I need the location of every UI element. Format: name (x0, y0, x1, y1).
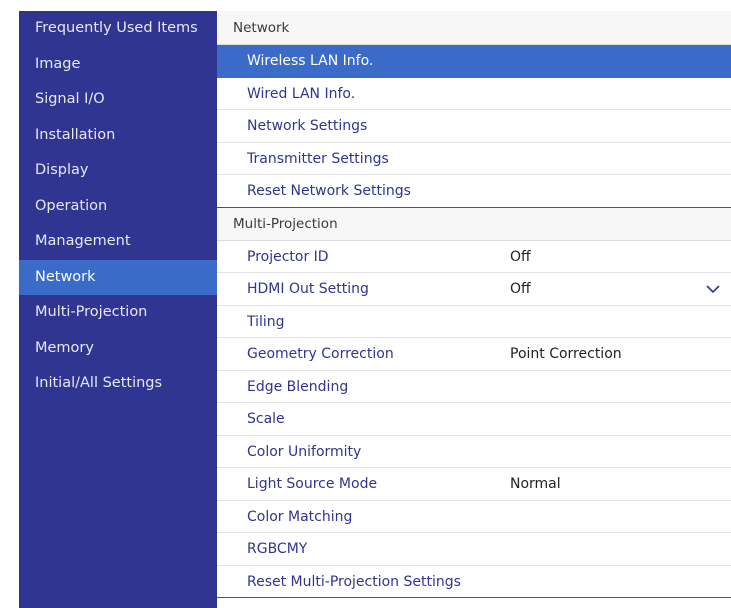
hdmi-out-setting-value: Off (510, 281, 531, 297)
geometry-correction-value: Point Correction (510, 346, 622, 362)
menu-item-label: Reset Network Settings (247, 183, 411, 199)
menu-item-hdmi-out-setting[interactable]: HDMI Out Setting Off (217, 273, 731, 306)
menu-item-wired-lan-info[interactable]: Wired LAN Info. (217, 78, 731, 110)
sidebar-item-operation[interactable]: Operation (19, 189, 217, 225)
sidebar-item-initial-all-settings[interactable]: Initial/All Settings (19, 366, 217, 402)
menu-item-color-uniformity[interactable]: Color Uniformity (217, 436, 731, 468)
group-header-multi-projection: Multi-Projection (217, 207, 731, 241)
menu-item-light-source-mode[interactable]: Light Source Mode Normal (217, 468, 731, 501)
sidebar-item-management[interactable]: Management (19, 224, 217, 260)
menu-item-tiling[interactable]: Tiling (217, 306, 731, 338)
menu-item-label: Scale (247, 411, 285, 427)
menu-item-geometry-correction[interactable]: Geometry Correction Point Correction (217, 338, 731, 371)
menu-item-label: Projector ID (247, 248, 329, 265)
projector-id-value: Off (510, 248, 531, 265)
projector-menu-screen: Frequently Used Items Image Signal I/O I… (19, 11, 731, 608)
menu-item-label: Edge Blending (247, 378, 349, 395)
menu-item-label: Wireless LAN Info. (247, 53, 374, 69)
menu-item-network-settings[interactable]: Network Settings (217, 110, 731, 143)
sidebar-item-installation[interactable]: Installation (19, 118, 217, 154)
menu-item-color-matching[interactable]: Color Matching (217, 501, 731, 533)
sidebar-item-multi-projection[interactable]: Multi-Projection (19, 295, 217, 331)
menu-item-label: RGBCMY (247, 541, 308, 557)
menu-item-label: HDMI Out Setting (247, 281, 369, 297)
menu-item-label: Color Matching (247, 508, 353, 525)
sidebar-item-network[interactable]: Network (19, 259, 217, 295)
menu-item-label: Wired LAN Info. (247, 85, 356, 102)
menu-item-label: Light Source Mode (247, 476, 378, 492)
menu-item-label: Network Settings (247, 118, 368, 134)
menu-item-rgbcmy[interactable]: RGBCMY (217, 533, 731, 566)
menu-item-wireless-lan-info[interactable]: Wireless LAN Info. (217, 45, 731, 78)
sidebar-item-memory[interactable]: Memory (19, 331, 217, 367)
menu-item-label: Color Uniformity (247, 443, 362, 460)
menu-item-label: Reset Multi-Projection Settings (247, 573, 461, 590)
sidebar: Frequently Used Items Image Signal I/O I… (19, 11, 217, 608)
sidebar-item-display[interactable]: Display (19, 153, 217, 189)
sidebar-item-frequently-used-items[interactable]: Frequently Used Items (19, 11, 217, 47)
group-header-network: Network (217, 11, 731, 45)
menu-item-transmitter-settings[interactable]: Transmitter Settings (217, 143, 731, 175)
chevron-down-icon[interactable] (705, 273, 721, 305)
menu-item-edge-blending[interactable]: Edge Blending (217, 371, 731, 403)
light-source-mode-value: Normal (510, 476, 561, 492)
menu-item-reset-multi-projection-settings[interactable]: Reset Multi-Projection Settings (217, 566, 731, 598)
menu-item-label: Geometry Correction (247, 346, 394, 362)
menu-item-label: Tiling (247, 313, 285, 330)
menu-item-projector-id[interactable]: Projector ID Off (217, 241, 731, 273)
sidebar-item-signal-io[interactable]: Signal I/O (19, 82, 217, 118)
sidebar-item-image[interactable]: Image (19, 47, 217, 83)
menu-item-reset-network-settings[interactable]: Reset Network Settings (217, 175, 731, 208)
menu-item-scale[interactable]: Scale (217, 403, 731, 436)
menu-item-label: Transmitter Settings (247, 150, 389, 167)
settings-panel: Network Wireless LAN Info. Wired LAN Inf… (217, 11, 731, 608)
